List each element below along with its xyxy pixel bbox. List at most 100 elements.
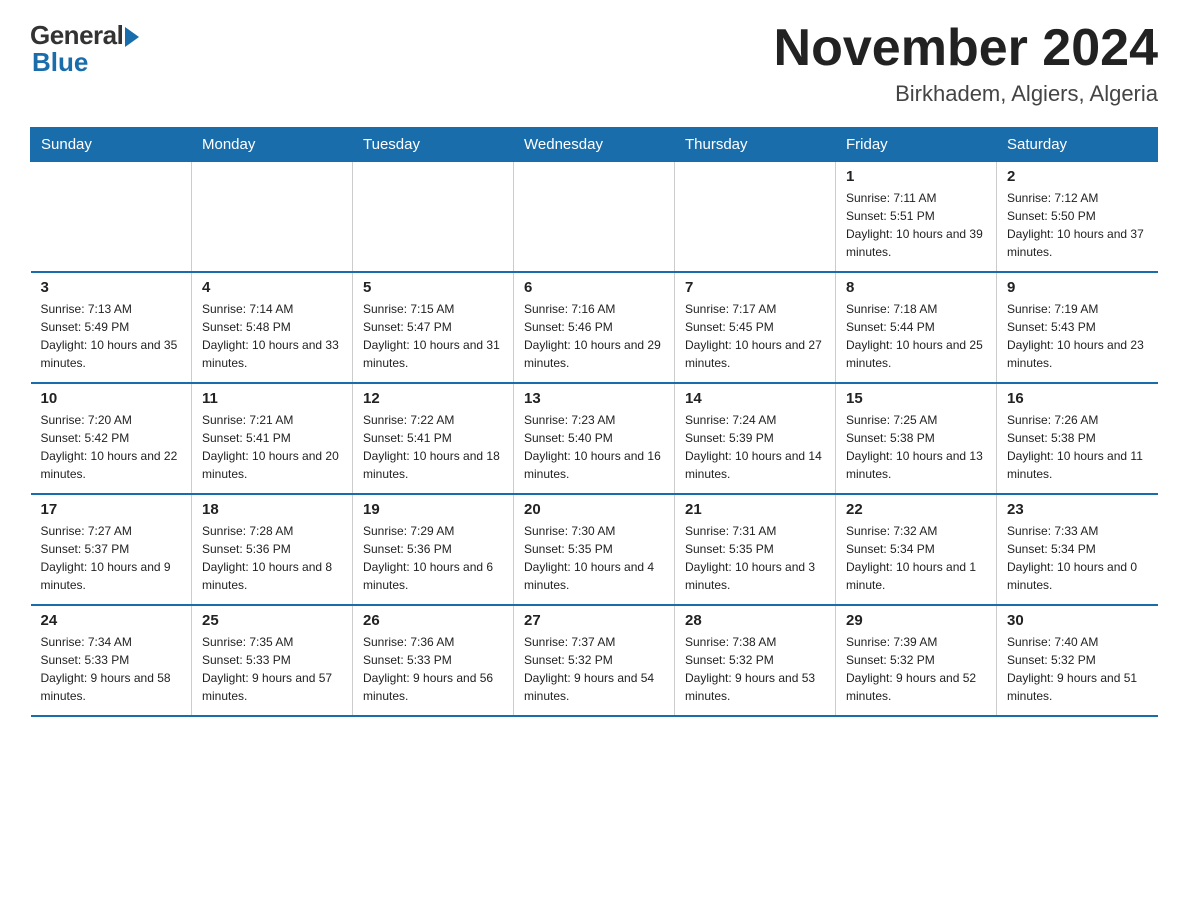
day-number: 22 [846, 501, 986, 518]
day-number: 1 [846, 168, 986, 185]
weekday-header-sunday: Sunday [31, 128, 192, 162]
logo: General Blue [30, 20, 139, 78]
day-info: Sunrise: 7:37 AMSunset: 5:32 PMDaylight:… [524, 633, 664, 705]
day-number: 28 [685, 612, 825, 629]
day-info: Sunrise: 7:14 AMSunset: 5:48 PMDaylight:… [202, 300, 342, 372]
day-info: Sunrise: 7:32 AMSunset: 5:34 PMDaylight:… [846, 522, 986, 594]
day-number: 3 [41, 279, 182, 296]
day-number: 17 [41, 501, 182, 518]
calendar-table: SundayMondayTuesdayWednesdayThursdayFrid… [30, 127, 1158, 717]
calendar-cell: 9 Sunrise: 7:19 AMSunset: 5:43 PMDaylight… [997, 272, 1158, 383]
day-number: 25 [202, 612, 342, 629]
day-number: 29 [846, 612, 986, 629]
day-info: Sunrise: 7:24 AMSunset: 5:39 PMDaylight:… [685, 411, 825, 483]
calendar-header-row: SundayMondayTuesdayWednesdayThursdayFrid… [31, 128, 1158, 162]
day-info: Sunrise: 7:23 AMSunset: 5:40 PMDaylight:… [524, 411, 664, 483]
day-number: 30 [1007, 612, 1148, 629]
day-info: Sunrise: 7:34 AMSunset: 5:33 PMDaylight:… [41, 633, 182, 705]
day-number: 5 [363, 279, 503, 296]
calendar-subtitle: Birkhadem, Algiers, Algeria [774, 81, 1158, 107]
title-section: November 2024 Birkhadem, Algiers, Algeri… [774, 20, 1158, 107]
calendar-cell: 11 Sunrise: 7:21 AMSunset: 5:41 PMDayligh… [192, 383, 353, 494]
calendar-cell [192, 162, 353, 273]
day-info: Sunrise: 7:12 AMSunset: 5:50 PMDaylight:… [1007, 189, 1148, 261]
day-number: 27 [524, 612, 664, 629]
calendar-cell: 18 Sunrise: 7:28 AMSunset: 5:36 PMDayligh… [192, 494, 353, 605]
day-info: Sunrise: 7:39 AMSunset: 5:32 PMDaylight:… [846, 633, 986, 705]
calendar-week-row: 17 Sunrise: 7:27 AMSunset: 5:37 PMDayligh… [31, 494, 1158, 605]
weekday-header-tuesday: Tuesday [353, 128, 514, 162]
day-number: 10 [41, 390, 182, 407]
day-info: Sunrise: 7:19 AMSunset: 5:43 PMDaylight:… [1007, 300, 1148, 372]
calendar-cell: 24 Sunrise: 7:34 AMSunset: 5:33 PMDayligh… [31, 605, 192, 716]
day-info: Sunrise: 7:36 AMSunset: 5:33 PMDaylight:… [363, 633, 503, 705]
calendar-week-row: 10 Sunrise: 7:20 AMSunset: 5:42 PMDayligh… [31, 383, 1158, 494]
calendar-cell: 14 Sunrise: 7:24 AMSunset: 5:39 PMDayligh… [675, 383, 836, 494]
calendar-cell: 12Sunrise: 7:22 AMSunset: 5:41 PMDayligh… [353, 383, 514, 494]
calendar-cell: 5 Sunrise: 7:15 AMSunset: 5:47 PMDaylight… [353, 272, 514, 383]
day-number: 11 [202, 390, 342, 407]
day-number: 9 [1007, 279, 1148, 296]
day-number: 4 [202, 279, 342, 296]
day-info: Sunrise: 7:25 AMSunset: 5:38 PMDaylight:… [846, 411, 986, 483]
calendar-cell: 21 Sunrise: 7:31 AMSunset: 5:35 PMDayligh… [675, 494, 836, 605]
day-info: Sunrise: 7:38 AMSunset: 5:32 PMDaylight:… [685, 633, 825, 705]
calendar-cell [514, 162, 675, 273]
calendar-cell [31, 162, 192, 273]
logo-blue-text: Blue [32, 47, 88, 78]
weekday-header-monday: Monday [192, 128, 353, 162]
day-number: 24 [41, 612, 182, 629]
calendar-cell: 17 Sunrise: 7:27 AMSunset: 5:37 PMDayligh… [31, 494, 192, 605]
day-info: Sunrise: 7:33 AMSunset: 5:34 PMDaylight:… [1007, 522, 1148, 594]
day-number: 18 [202, 501, 342, 518]
calendar-cell: 1Sunrise: 7:11 AMSunset: 5:51 PMDaylight… [836, 162, 997, 273]
day-number: 16 [1007, 390, 1148, 407]
day-info: Sunrise: 7:31 AMSunset: 5:35 PMDaylight:… [685, 522, 825, 594]
day-number: 23 [1007, 501, 1148, 518]
weekday-header-thursday: Thursday [675, 128, 836, 162]
calendar-cell: 30 Sunrise: 7:40 AMSunset: 5:32 PMDayligh… [997, 605, 1158, 716]
day-info: Sunrise: 7:13 AMSunset: 5:49 PMDaylight:… [41, 300, 182, 372]
day-info: Sunrise: 7:20 AMSunset: 5:42 PMDaylight:… [41, 411, 182, 483]
day-info: Sunrise: 7:35 AMSunset: 5:33 PMDaylight:… [202, 633, 342, 705]
calendar-cell: 20 Sunrise: 7:30 AMSunset: 5:35 PMDayligh… [514, 494, 675, 605]
calendar-week-row: 24 Sunrise: 7:34 AMSunset: 5:33 PMDayligh… [31, 605, 1158, 716]
day-info: Sunrise: 7:27 AMSunset: 5:37 PMDaylight:… [41, 522, 182, 594]
calendar-cell: 16 Sunrise: 7:26 AMSunset: 5:38 PMDayligh… [997, 383, 1158, 494]
page-header: General Blue November 2024 Birkhadem, Al… [30, 20, 1158, 107]
calendar-cell: 2 Sunrise: 7:12 AMSunset: 5:50 PMDaylight… [997, 162, 1158, 273]
calendar-cell: 25 Sunrise: 7:35 AMSunset: 5:33 PMDayligh… [192, 605, 353, 716]
day-number: 13 [524, 390, 664, 407]
calendar-cell: 7Sunrise: 7:17 AMSunset: 5:45 PMDaylight… [675, 272, 836, 383]
weekday-header-friday: Friday [836, 128, 997, 162]
weekday-header-saturday: Saturday [997, 128, 1158, 162]
calendar-cell: 15 Sunrise: 7:25 AMSunset: 5:38 PMDayligh… [836, 383, 997, 494]
day-number: 15 [846, 390, 986, 407]
calendar-cell: 13 Sunrise: 7:23 AMSunset: 5:40 PMDayligh… [514, 383, 675, 494]
day-info: Sunrise: 7:30 AMSunset: 5:35 PMDaylight:… [524, 522, 664, 594]
day-info: Sunrise: 7:40 AMSunset: 5:32 PMDaylight:… [1007, 633, 1148, 705]
day-number: 12 [363, 390, 503, 407]
calendar-cell: 8Sunrise: 7:18 AMSunset: 5:44 PMDaylight… [836, 272, 997, 383]
day-number: 7 [685, 279, 825, 296]
calendar-cell: 29 Sunrise: 7:39 AMSunset: 5:32 PMDayligh… [836, 605, 997, 716]
day-info: Sunrise: 7:16 AMSunset: 5:46 PMDaylight:… [524, 300, 664, 372]
day-number: 26 [363, 612, 503, 629]
calendar-title: November 2024 [774, 20, 1158, 77]
calendar-cell: 23 Sunrise: 7:33 AMSunset: 5:34 PMDayligh… [997, 494, 1158, 605]
calendar-cell: 6 Sunrise: 7:16 AMSunset: 5:46 PMDaylight… [514, 272, 675, 383]
day-info: Sunrise: 7:26 AMSunset: 5:38 PMDaylight:… [1007, 411, 1148, 483]
calendar-cell: 26 Sunrise: 7:36 AMSunset: 5:33 PMDayligh… [353, 605, 514, 716]
calendar-week-row: 1Sunrise: 7:11 AMSunset: 5:51 PMDaylight… [31, 162, 1158, 273]
day-info: Sunrise: 7:21 AMSunset: 5:41 PMDaylight:… [202, 411, 342, 483]
day-number: 20 [524, 501, 664, 518]
day-number: 2 [1007, 168, 1148, 185]
day-number: 8 [846, 279, 986, 296]
day-number: 14 [685, 390, 825, 407]
calendar-cell [675, 162, 836, 273]
day-number: 6 [524, 279, 664, 296]
logo-arrow-icon [125, 27, 139, 47]
day-info: Sunrise: 7:28 AMSunset: 5:36 PMDaylight:… [202, 522, 342, 594]
day-number: 21 [685, 501, 825, 518]
day-info: Sunrise: 7:15 AMSunset: 5:47 PMDaylight:… [363, 300, 503, 372]
